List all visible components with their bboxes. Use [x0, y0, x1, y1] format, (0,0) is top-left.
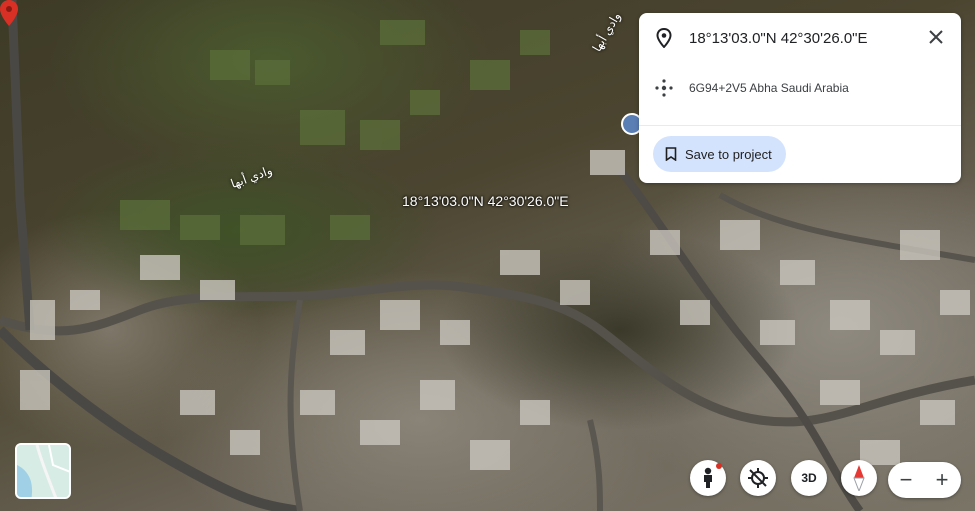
- map-type-thumbnail[interactable]: [15, 443, 71, 499]
- plus-code-icon: [655, 79, 673, 97]
- coordinate-label: 18°13'03.0"N 42°30'26.0"E: [402, 193, 569, 209]
- location-off-icon: [748, 468, 768, 488]
- card-title: 18°13'03.0"N 42°30'26.0"E: [689, 29, 868, 47]
- save-button-label: Save to project: [685, 146, 772, 162]
- location-pin-icon[interactable]: [0, 0, 18, 26]
- location-info-card: 18°13'03.0"N 42°30'26.0"E 6G94+2V5 Abha …: [639, 13, 961, 183]
- plus-code-row: 6G94+2V5 Abha Saudi Arabia: [639, 78, 961, 98]
- divider: [639, 125, 961, 126]
- status-dot: [716, 463, 722, 469]
- toggle-3d-button[interactable]: 3D: [791, 460, 827, 496]
- compass-button[interactable]: [841, 460, 877, 496]
- zoom-control: − +: [888, 462, 961, 498]
- zoom-out-button[interactable]: −: [888, 462, 924, 498]
- card-title-row: 18°13'03.0"N 42°30'26.0"E: [639, 27, 961, 49]
- close-icon[interactable]: [927, 28, 945, 46]
- pegman-button[interactable]: [690, 460, 726, 496]
- location-pin-outline-icon: [656, 28, 672, 48]
- bookmark-icon: [665, 147, 677, 161]
- zoom-in-button[interactable]: +: [924, 462, 960, 498]
- my-location-button[interactable]: [740, 460, 776, 496]
- save-to-project-button[interactable]: Save to project: [653, 136, 786, 172]
- pegman-icon: [704, 467, 712, 488]
- map-thumbnail-icon: [17, 445, 69, 497]
- compass-icon: [853, 465, 865, 491]
- plus-code-text: 6G94+2V5 Abha Saudi Arabia: [689, 81, 849, 95]
